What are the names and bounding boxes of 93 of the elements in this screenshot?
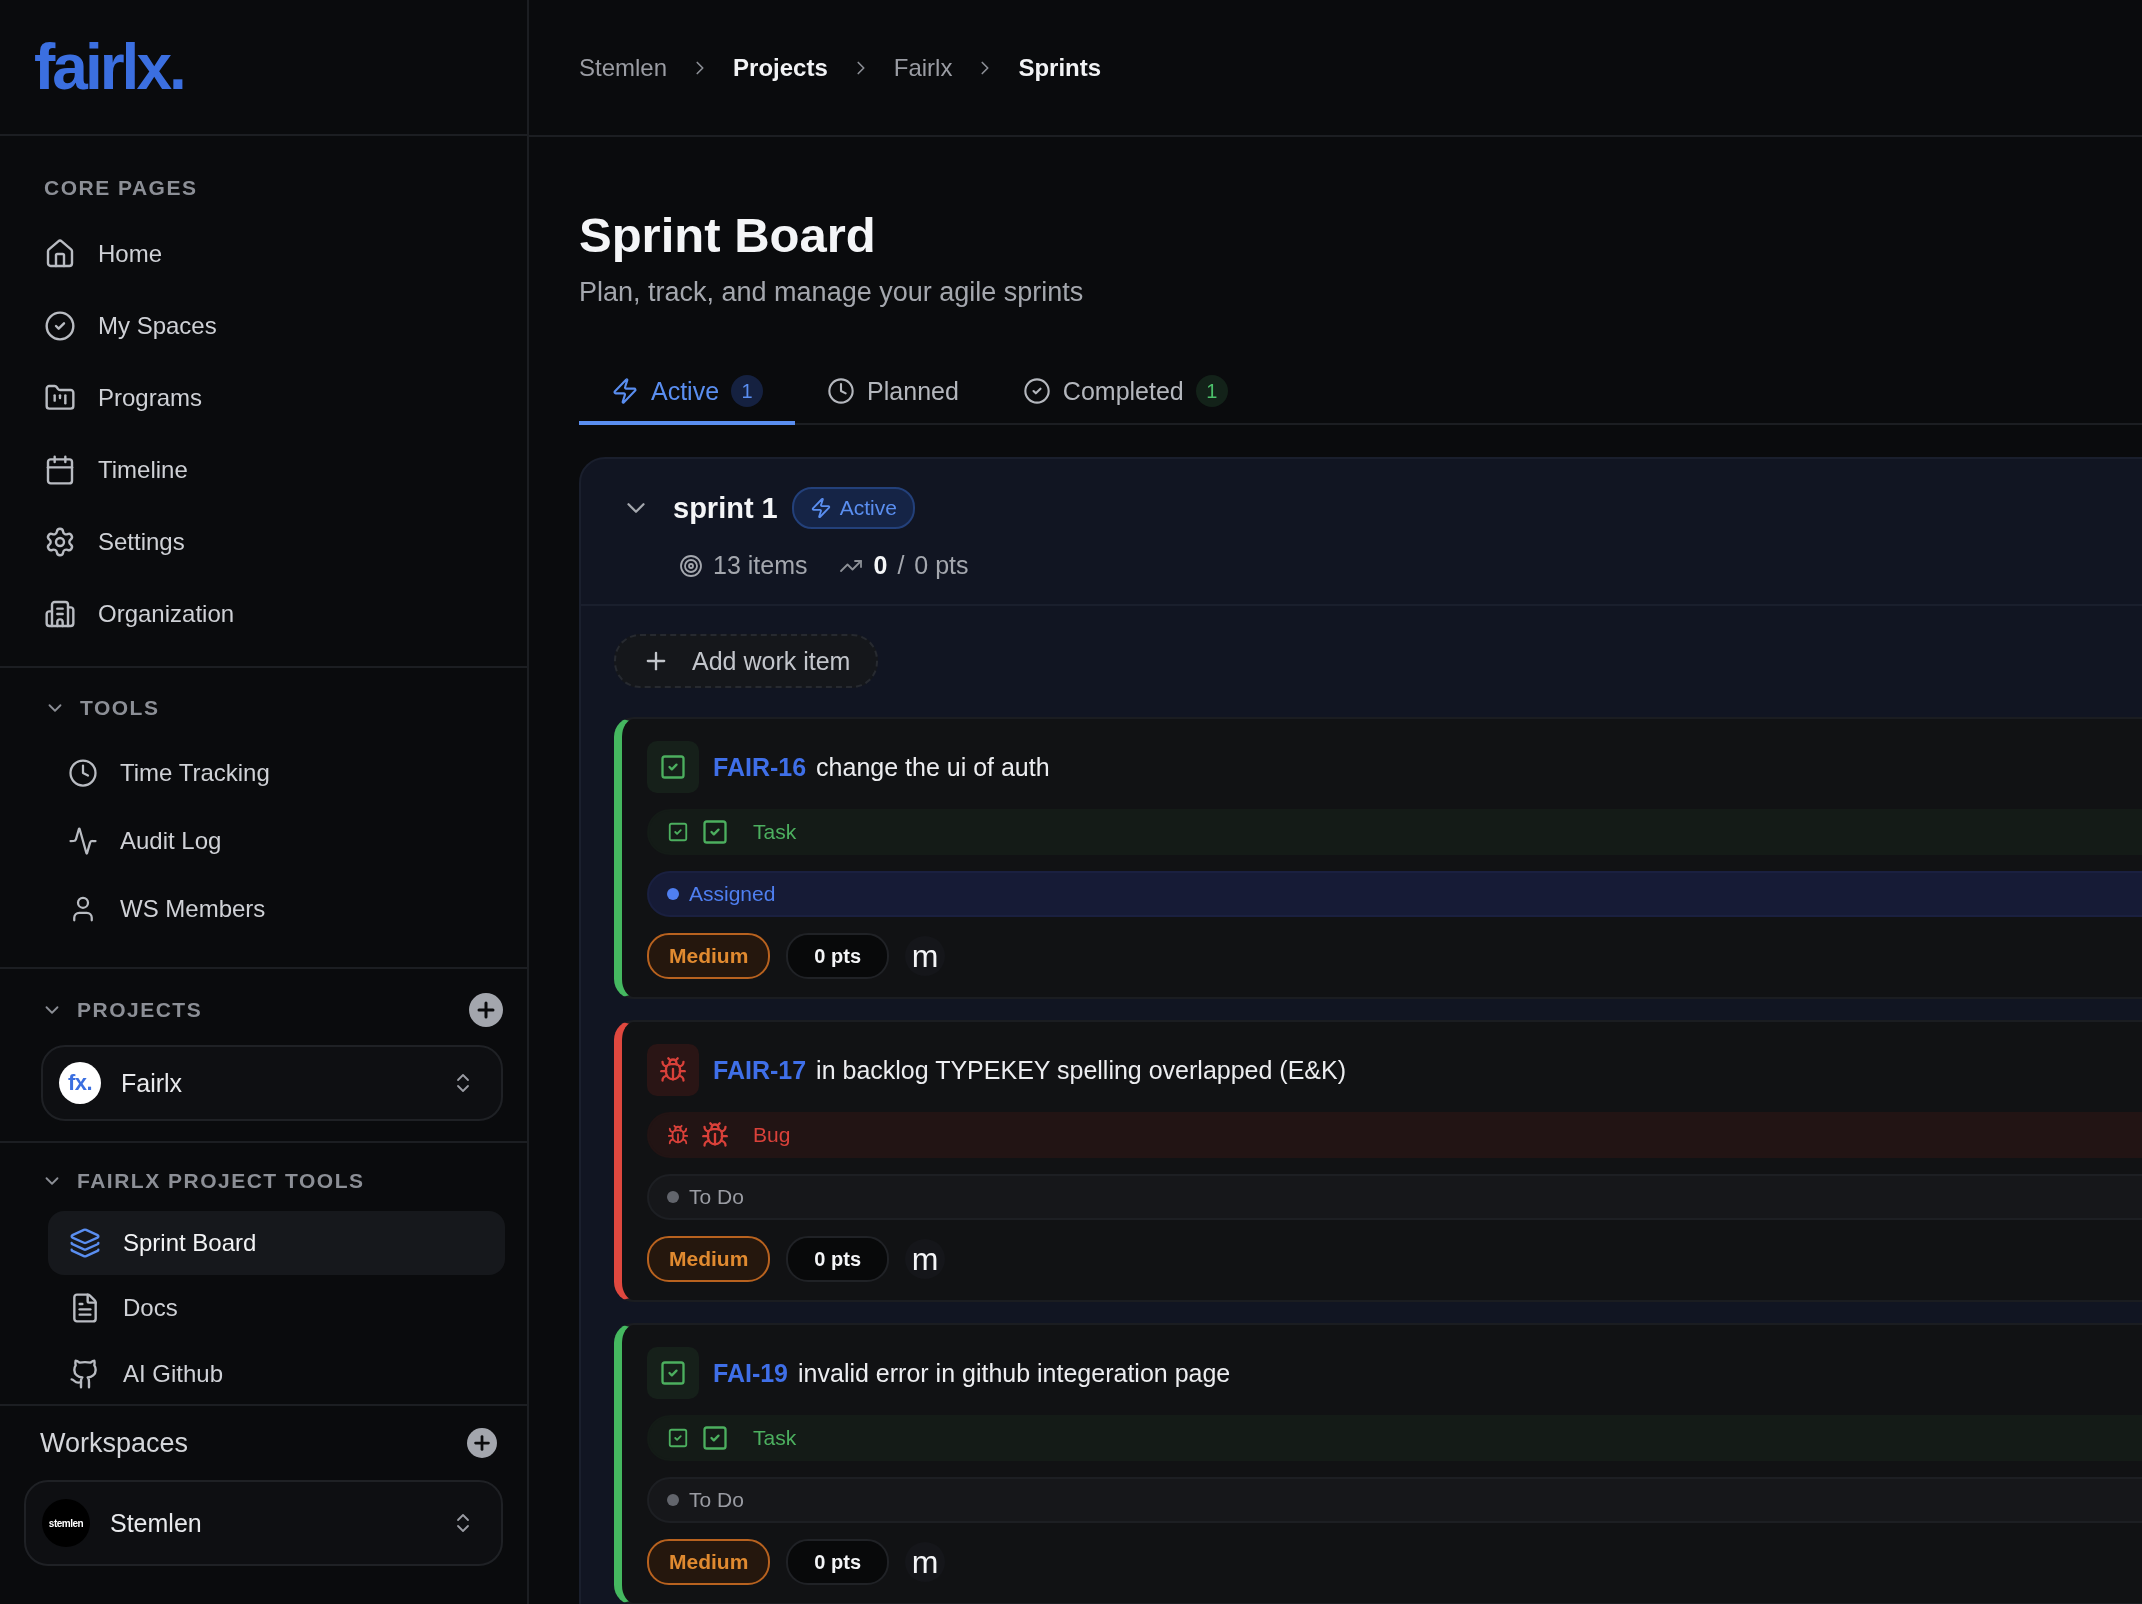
points-badge: 0 pts [786, 933, 890, 979]
work-item-card[interactable]: FAIR-17 in backlog TYPEKEY spelling overlapped (E&K) Bug To Do Medium 0 pts m [614, 1020, 2142, 1302]
status-field[interactable]: Assigned [647, 871, 2142, 917]
work-item-card[interactable]: FAI-19 invalid error in github integeration page Task To Do Medium 0 pts m [614, 1323, 2142, 1604]
item-key[interactable]: FAIR-16 [713, 752, 807, 782]
pulse-icon [68, 826, 98, 856]
item-title: invalid error in github integeration page [798, 1358, 1231, 1388]
assignee-avatar: m [905, 1542, 946, 1582]
status-field[interactable]: To Do [647, 1174, 2142, 1220]
nav-item[interactable]: AI Github [48, 1341, 505, 1404]
tab[interactable]: Active 1 [579, 361, 796, 425]
page-title: Sprint Board [579, 207, 877, 264]
project-avatar: fx. [59, 1062, 101, 1104]
section-heading: PROJECTS [77, 998, 203, 1022]
section-heading: CORE PAGES [44, 176, 199, 200]
project-selector[interactable]: fx. Fairlx [41, 1045, 503, 1121]
checkbox-icon [701, 1424, 729, 1452]
nav-item[interactable]: Home [44, 218, 503, 290]
calendar-icon [44, 454, 76, 486]
nav-item[interactable]: Settings [44, 506, 503, 578]
settings-icon [44, 526, 76, 558]
status-field[interactable]: To Do [647, 1477, 2142, 1523]
logo[interactable]: fairlx. [34, 30, 184, 104]
status-dot [667, 888, 679, 900]
points-badge: 0 pts [786, 1236, 890, 1282]
breadcrumb-link[interactable]: Stemlen [579, 53, 668, 82]
check-circle-icon [44, 310, 76, 342]
points-badge: 0 pts [786, 1539, 890, 1585]
nav-item[interactable]: Organization [44, 578, 503, 650]
total-points: 0 pts [914, 551, 969, 580]
item-title: change the ui of auth [816, 752, 1050, 782]
checkbox-icon [647, 741, 699, 793]
item-title: in backlog TYPEKEY spelling overlapped (E&K) [816, 1055, 1347, 1085]
priority-badge: Medium [647, 933, 771, 979]
assignee-avatar: m [905, 936, 946, 976]
item-count: 13 items [713, 551, 808, 580]
checkbox-icon [667, 821, 689, 843]
add-project-button[interactable] [469, 993, 503, 1027]
tab[interactable]: Planned [795, 361, 991, 425]
nav-item[interactable]: Programs [44, 362, 503, 434]
clock-icon [827, 377, 856, 405]
home-icon [44, 238, 76, 270]
type-field[interactable]: Task [647, 809, 2142, 855]
section-heading: Workspaces [40, 1427, 189, 1459]
layers-icon [69, 1227, 101, 1259]
breadcrumb-link[interactable]: Sprints [1018, 53, 1102, 82]
nav-item[interactable]: Sprint Board [48, 1211, 505, 1275]
type-field[interactable]: Task [647, 1415, 2142, 1461]
nav-item[interactable]: Time Tracking [44, 739, 503, 807]
workspace-name: Stemlen [110, 1508, 202, 1538]
lightning-icon [611, 377, 639, 405]
type-field[interactable]: Bug [647, 1112, 2142, 1158]
page-subtitle: Plan, track, and manage your agile sprints [579, 276, 1085, 309]
checkbox-icon [701, 818, 729, 846]
status-badge: Active [791, 487, 915, 529]
checkbox-icon [667, 1427, 689, 1449]
checkbox-icon [647, 1347, 699, 1399]
item-key[interactable]: FAIR-17 [713, 1055, 807, 1085]
nav-item[interactable]: Audit Log [44, 807, 503, 875]
bug-icon [701, 1121, 729, 1149]
count-badge: 1 [1195, 375, 1228, 407]
nav-item[interactable]: Timeline [44, 434, 503, 506]
tab[interactable]: Completed 1 [990, 361, 1260, 425]
priority-badge: Medium [647, 1539, 771, 1585]
plus-icon [471, 1432, 493, 1454]
separator: / [897, 551, 905, 580]
done-points: 0 [873, 551, 888, 580]
item-key[interactable]: FAI-19 [713, 1358, 789, 1388]
project-name: Fairlx [121, 1068, 183, 1098]
target-icon [679, 553, 703, 578]
bug-icon [667, 1124, 689, 1146]
clock-icon [68, 758, 98, 788]
bug-icon [647, 1044, 699, 1096]
assignee-avatar: m [905, 1239, 946, 1279]
nav-item[interactable]: Docs [48, 1275, 505, 1341]
nav-item[interactable]: My Spaces [44, 290, 503, 362]
breadcrumb-link[interactable]: Fairlx [893, 53, 953, 82]
sprint-name: sprint 1 [673, 491, 778, 525]
section-heading: FAIRLX PROJECT TOOLS [77, 1169, 365, 1193]
count-badge: 1 [731, 375, 764, 407]
building-icon [44, 598, 76, 630]
status-dot [667, 1494, 679, 1506]
status-dot [667, 1191, 679, 1203]
section-heading: TOOLS [80, 696, 160, 720]
priority-badge: Medium [647, 1236, 771, 1282]
add-workspace-button[interactable] [467, 1428, 497, 1458]
work-item-card[interactable]: FAIR-16 change the ui of auth Task Assigned Medium 0 pts m [614, 717, 2142, 999]
add-work-item-button[interactable]: Add work item [614, 634, 879, 688]
workspace-avatar: stemlen [42, 1499, 90, 1547]
breadcrumb-link[interactable]: Projects [733, 53, 828, 82]
workspace-selector[interactable]: stemlen Stemlen [24, 1480, 503, 1566]
check-circle-icon [1022, 377, 1051, 405]
nav-item[interactable]: WS Members [44, 875, 503, 943]
